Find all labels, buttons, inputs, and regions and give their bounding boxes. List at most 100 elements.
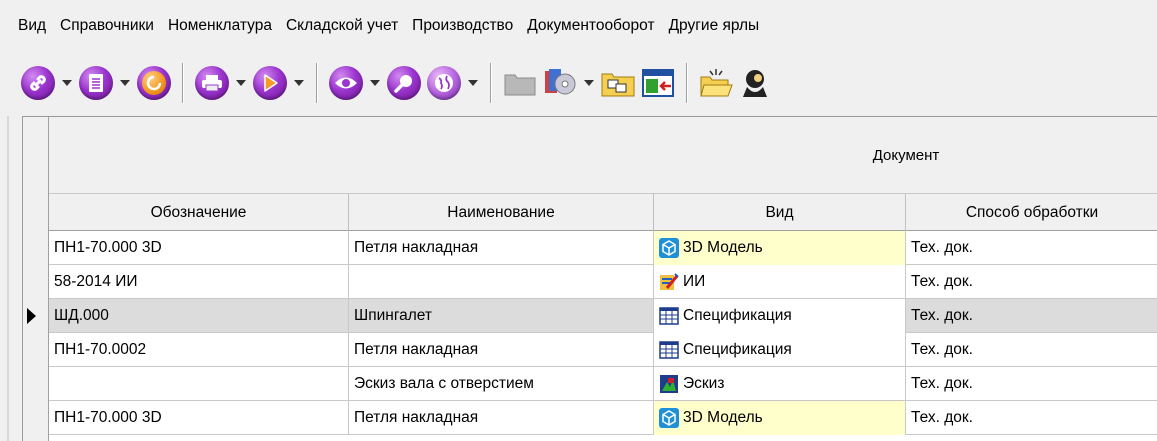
- print-dropdown-arrow[interactable]: [232, 63, 250, 103]
- table-icon: [659, 340, 679, 360]
- column-headers: Обозначение Наименование Вид Способ обра…: [49, 194, 1157, 231]
- open-folder-button[interactable]: [696, 63, 736, 103]
- cd-icon: [545, 69, 576, 95]
- refresh-icon: [137, 66, 171, 100]
- chevron-down-icon: [584, 80, 594, 86]
- cd-dropdown-arrow[interactable]: [580, 63, 598, 103]
- table-row[interactable]: ПН1-70.0002 Петля накладная Спецификация…: [49, 333, 1157, 367]
- cell-designation[interactable]: [49, 367, 349, 401]
- cube-icon: [659, 238, 679, 258]
- column-header-kind[interactable]: Вид: [654, 194, 906, 231]
- view-dropdown-arrow[interactable]: [366, 63, 384, 103]
- toolbar-separator: [686, 63, 688, 103]
- cell-kind-label: 3D Модель: [683, 239, 763, 256]
- left-panel-edge: [0, 116, 22, 441]
- open-folder-icon: [700, 69, 733, 97]
- menu-item-nomenclature[interactable]: Номенклатура: [161, 11, 279, 41]
- cell-name[interactable]: [349, 265, 654, 299]
- menu-item-warehouse[interactable]: Складской учет: [279, 11, 405, 41]
- refresh-button[interactable]: [134, 63, 174, 103]
- cell-name[interactable]: Петля накладная: [349, 401, 654, 435]
- play-button[interactable]: [250, 63, 290, 103]
- sketch-icon: [659, 374, 679, 394]
- cell-name[interactable]: Петля накладная: [349, 333, 654, 367]
- cell-kind[interactable]: Спецификация: [654, 333, 906, 367]
- column-header-designation[interactable]: Обозначение: [49, 194, 349, 231]
- chevron-down-icon: [370, 80, 380, 86]
- column-header-name[interactable]: Наименование: [349, 194, 654, 231]
- table-row[interactable]: ПН1-70.000 3D Петля накладная 3D Модель …: [49, 401, 1157, 435]
- cell-method[interactable]: Тех. док.: [906, 333, 1157, 367]
- table-row[interactable]: ПН1-70.000 3D Петля накладная 3D Модель …: [49, 231, 1157, 265]
- globe-icon: [427, 66, 461, 100]
- chevron-down-icon: [468, 80, 478, 86]
- table-row[interactable]: 58-2014 ИИ ИИ Тех. док.: [49, 265, 1157, 299]
- user-button[interactable]: [736, 63, 776, 103]
- table-row[interactable]: Эскиз вала с отверстием Эскиз Тех. док.: [49, 367, 1157, 401]
- chevron-down-icon: [120, 80, 130, 86]
- view-button[interactable]: [326, 63, 366, 103]
- menu-item-document-flow[interactable]: Документооборот: [520, 11, 661, 41]
- link-button[interactable]: [18, 63, 58, 103]
- folder-share-button[interactable]: [598, 63, 638, 103]
- table-row[interactable]: ШД.000 Шпингалет Спецификация Тех. док.: [27, 299, 1157, 333]
- toolbar-separator: [182, 63, 184, 103]
- group-header-document: Документ: [872, 147, 940, 164]
- window-arrow-button[interactable]: [638, 63, 678, 103]
- cell-kind-label: ИИ: [683, 273, 706, 290]
- menu-item-view[interactable]: Вид: [12, 11, 53, 41]
- cell-kind[interactable]: 3D Модель: [654, 401, 906, 435]
- cell-designation[interactable]: 58-2014 ИИ: [49, 265, 349, 299]
- folder-share-icon: [601, 73, 635, 97]
- chevron-down-icon: [236, 80, 246, 86]
- cell-method[interactable]: Тех. док.: [906, 367, 1157, 401]
- toolbar-separator: [490, 63, 492, 103]
- play-dropdown-arrow[interactable]: [290, 63, 308, 103]
- print-button[interactable]: [192, 63, 232, 103]
- document-dropdown-arrow[interactable]: [116, 63, 134, 103]
- cell-kind-label: Эскиз: [683, 375, 725, 392]
- menu-item-references[interactable]: Справочники: [53, 11, 161, 41]
- cube-icon: [659, 408, 679, 428]
- column-header-method[interactable]: Способ обработки: [906, 194, 1157, 231]
- cell-designation[interactable]: ПН1-70.000 3D: [49, 401, 349, 435]
- cell-kind-label: 3D Модель: [683, 409, 763, 426]
- document-button[interactable]: [76, 63, 116, 103]
- menu-item-other-shortcuts[interactable]: Другие ярлы: [662, 11, 767, 41]
- cell-kind[interactable]: 3D Модель: [654, 231, 906, 265]
- cell-kind[interactable]: ИИ: [654, 265, 906, 299]
- document-icon: [79, 66, 113, 100]
- cell-kind[interactable]: Спецификация: [654, 299, 906, 333]
- cell-kind-label: Спецификация: [683, 307, 792, 324]
- search-button[interactable]: [384, 63, 424, 103]
- toolbar: [0, 52, 1157, 114]
- link-dropdown-arrow[interactable]: [58, 63, 76, 103]
- globe-button[interactable]: [424, 63, 464, 103]
- print-icon: [195, 66, 229, 100]
- table-icon: [659, 306, 679, 326]
- cell-designation[interactable]: ПН1-70.000 3D: [49, 231, 349, 265]
- folder-icon: [504, 74, 536, 96]
- chevron-down-icon: [62, 80, 72, 86]
- cell-name[interactable]: Шпингалет: [349, 299, 654, 333]
- menu-bar: Вид Справочники Номенклатура Складской у…: [0, 0, 1157, 52]
- view-icon: [329, 66, 363, 100]
- cell-name[interactable]: Петля накладная: [349, 231, 654, 265]
- cell-designation[interactable]: ШД.000: [49, 299, 349, 333]
- folder-button: [500, 63, 540, 103]
- cell-method[interactable]: Тех. док.: [906, 231, 1157, 265]
- cell-kind[interactable]: Эскиз: [654, 367, 906, 401]
- cell-method[interactable]: Тех. док.: [906, 265, 1157, 299]
- user-icon: [743, 70, 767, 97]
- menu-item-production[interactable]: Производство: [405, 11, 520, 41]
- documents-grid: Документ Обозначение Наименование Вид Сп…: [22, 116, 1157, 441]
- cell-method[interactable]: Тех. док.: [906, 299, 1157, 333]
- row-indicator-column: [23, 117, 49, 441]
- chevron-down-icon: [294, 80, 304, 86]
- cd-button[interactable]: [540, 63, 580, 103]
- cell-method[interactable]: Тех. док.: [906, 401, 1157, 435]
- cell-designation[interactable]: ПН1-70.0002: [49, 333, 349, 367]
- edit-icon: [659, 272, 679, 292]
- globe-dropdown-arrow[interactable]: [464, 63, 482, 103]
- cell-name[interactable]: Эскиз вала с отверстием: [349, 367, 654, 401]
